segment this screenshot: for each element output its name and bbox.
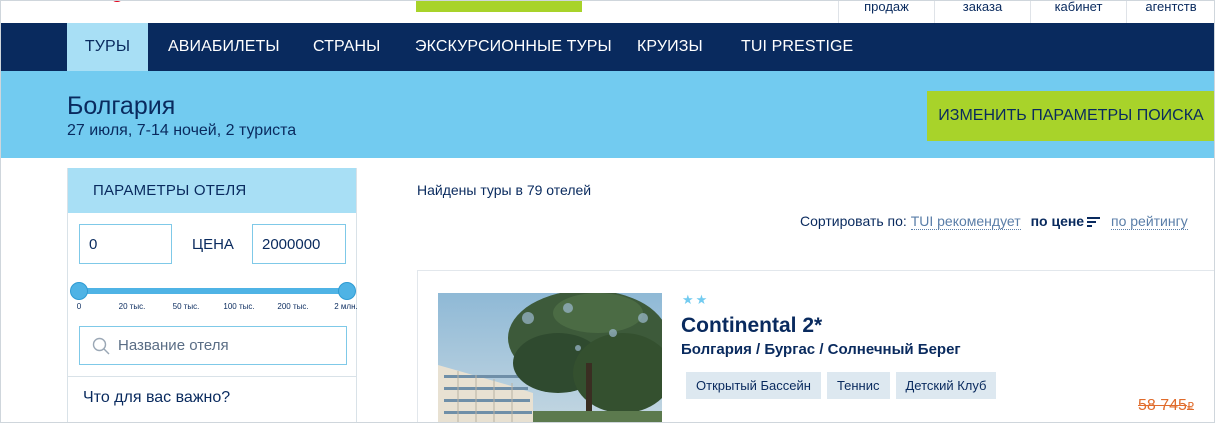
sort-desc-icon xyxy=(1087,217,1101,227)
slider-tick: 50 тыс. xyxy=(172,302,200,311)
search-icon xyxy=(92,337,110,354)
sidebar-divider xyxy=(68,376,357,377)
hotel-location: Болгария / Бургас / Солнечный Берег xyxy=(681,341,961,358)
nav-flights[interactable]: АВИАБИЛЕТЫ xyxy=(168,23,280,71)
sort-by-rating[interactable]: по рейтингу xyxy=(1111,213,1188,230)
hotel-name-search[interactable] xyxy=(79,326,347,365)
old-price: 58 745₽ xyxy=(1138,397,1194,415)
hotel-amenity-tags: Открытый Бассейн Теннис Детский Клуб xyxy=(686,372,997,399)
nav-excursion-tours[interactable]: ЭКСКУРСИОННЫЕ ТУРЫ xyxy=(415,23,612,71)
slider-tick: 100 тыс. xyxy=(223,302,255,311)
results-count: Найдены туры в 79 отелей xyxy=(417,182,592,198)
nav-countries[interactable]: СТРАНЫ xyxy=(313,23,380,71)
nav-tours[interactable]: ТУРЫ xyxy=(67,23,148,71)
price-slider[interactable] xyxy=(70,282,356,302)
sort-by-price[interactable]: по цене xyxy=(1031,213,1102,229)
currency-symbol: ₽ xyxy=(1186,401,1194,413)
hotel-photo-image xyxy=(438,293,662,423)
hotel-card[interactable]: ★★ Continental 2* Болгария / Бургас / Со… xyxy=(417,270,1215,423)
price-slider-track[interactable] xyxy=(79,288,347,294)
slider-tick: 0 xyxy=(76,302,82,311)
destination-title: Болгария xyxy=(67,92,176,120)
hotel-params-header[interactable]: ПАРАМЕТРЫ ОТЕЛЯ xyxy=(68,168,356,213)
sort-bar: Сортировать по: TUI рекомендует по цене … xyxy=(800,213,1188,230)
util-link-order[interactable]: заказа xyxy=(934,0,1030,23)
slider-tick: 20 тыс. xyxy=(118,302,146,311)
price-range: 0 ЦЕНА 2000000 xyxy=(79,224,347,264)
change-search-button[interactable]: ИЗМЕНИТЬ ПАРАМЕТРЫ ПОИСКА xyxy=(927,91,1215,141)
util-link-agencies[interactable]: агентств xyxy=(1126,0,1215,23)
hotel-photo[interactable] xyxy=(438,293,662,423)
sort-label: Сортировать по: xyxy=(800,213,907,229)
price-label: ЦЕНА xyxy=(192,236,234,253)
price-max-input[interactable]: 2000000 xyxy=(252,224,346,264)
nav-tui-prestige[interactable]: TUI PRESTIGE xyxy=(741,23,853,71)
old-price-value: 58 745 xyxy=(1138,397,1187,414)
amenity-tag: Теннис xyxy=(826,372,890,399)
hotel-filters-sidebar: ПАРАМЕТРЫ ОТЕЛЯ 0 ЦЕНА 2000000 0 20 тыс.… xyxy=(67,168,358,423)
slider-tick: 2 млн. xyxy=(334,302,358,311)
hotel-stars: ★★ xyxy=(682,292,710,307)
price-slider-max-handle[interactable] xyxy=(338,282,356,300)
sort-by-price-label: по цене xyxy=(1030,213,1085,229)
sort-recommended[interactable]: TUI рекомендует xyxy=(910,213,1021,230)
price-min-input[interactable]: 0 xyxy=(79,224,172,264)
search-summary-banner: Болгария 27 июля, 7-14 ночей, 2 туриста … xyxy=(0,71,1215,158)
search-summary: 27 июля, 7-14 ночей, 2 туриста xyxy=(67,122,297,139)
priorities-heading[interactable]: Что для вас важно? xyxy=(83,389,230,407)
top-utility-bar: продаж заказа кабинет агентств xyxy=(0,0,1215,23)
tui-logo-fragment[interactable] xyxy=(110,0,124,2)
top-green-button[interactable] xyxy=(416,0,582,12)
amenity-tag: Детский Клуб xyxy=(895,372,997,399)
price-slider-min-handle[interactable] xyxy=(70,282,88,300)
main-nav: ТУРЫ АВИАБИЛЕТЫ СТРАНЫ ЭКСКУРСИОННЫЕ ТУР… xyxy=(0,23,1215,71)
util-link-sales[interactable]: продаж xyxy=(838,0,934,23)
nav-cruises[interactable]: КРУИЗЫ xyxy=(637,23,703,71)
util-link-cabinet[interactable]: кабинет xyxy=(1030,0,1126,23)
price-slider-ticks: 0 20 тыс. 50 тыс. 100 тыс. 200 тыс. 2 мл… xyxy=(68,302,358,312)
slider-tick: 200 тыс. xyxy=(277,302,309,311)
hotel-name[interactable]: Continental 2* xyxy=(681,314,822,338)
amenity-tag: Открытый Бассейн xyxy=(686,372,821,399)
hotel-name-input[interactable] xyxy=(118,337,338,354)
